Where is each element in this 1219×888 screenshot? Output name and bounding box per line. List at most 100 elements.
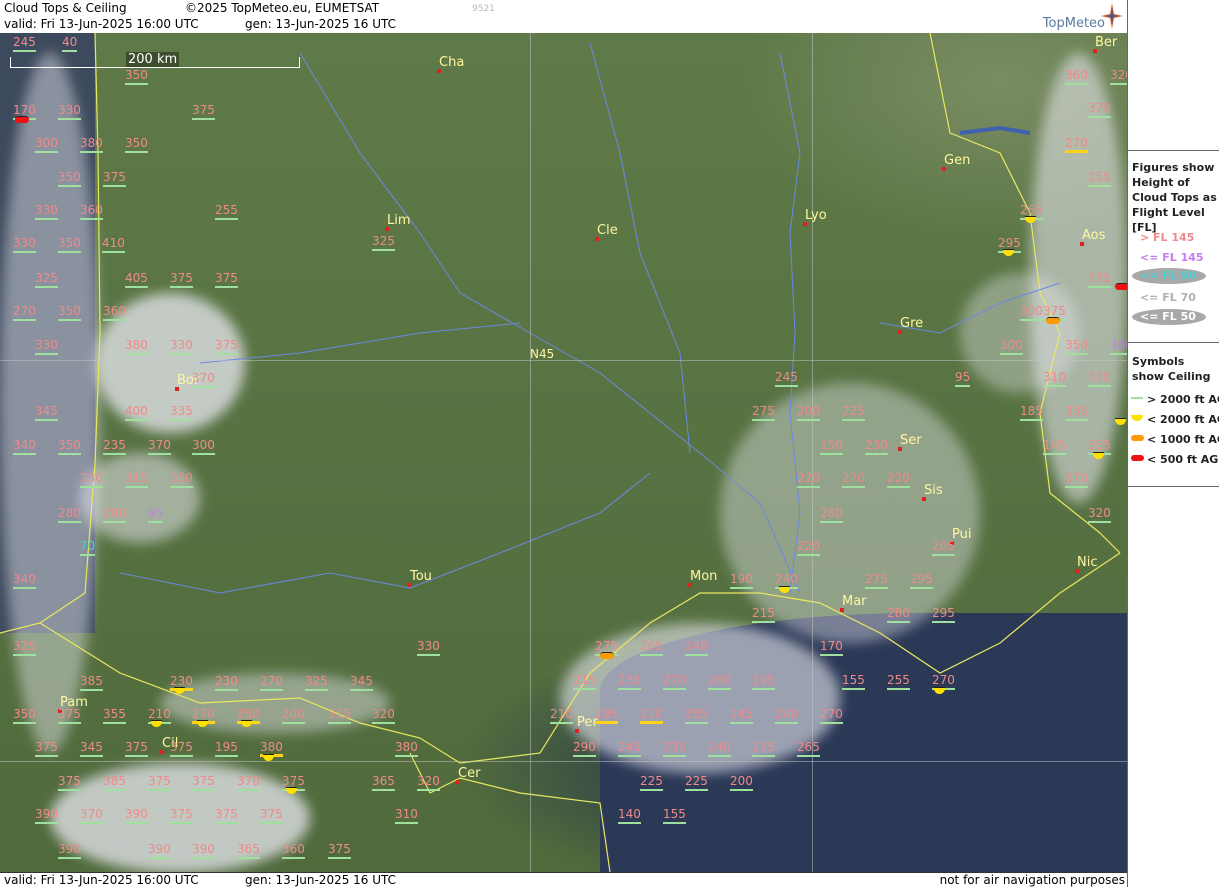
fl-legend-label: <= FL 50 (1140, 310, 1196, 323)
cloud-top-value: 270 (820, 707, 843, 724)
cloud-top-value: 235 (103, 438, 126, 455)
cloud-top-value: 380 (80, 136, 103, 153)
cloud-top-value: 340 (13, 572, 36, 589)
ceiling-legend-label: > 2000 ft AGL (1147, 393, 1219, 406)
cloud-top-value: 350 (1110, 339, 1127, 355)
cloud-top-value: 350 (1065, 338, 1088, 355)
cloud-top-value: 320 (1088, 506, 1111, 523)
cloud-top-value: 375 (170, 740, 193, 757)
cloud-top-value: 385 (103, 774, 126, 791)
cloud-top-value: 275 (752, 404, 775, 421)
cloud-top-value: 375 (58, 707, 81, 724)
cloud-top-value: 375 (1088, 271, 1111, 288)
fl-legend-item: <= FL 70 (1128, 290, 1219, 306)
cloud-top-value: 335 (170, 404, 193, 421)
cloud-top-value: 230 (170, 674, 193, 691)
cloud-top-value: 235 (663, 740, 686, 757)
ceiling-legend-label: < 1000 ft AGL (1147, 433, 1219, 446)
scale-label: 200 km (126, 52, 180, 67)
city-label: Nic (1077, 555, 1098, 570)
footer-generated-time: gen: 13-Jun-2025 16 UTC (245, 873, 397, 887)
cloud-top-value: 375 (192, 103, 215, 120)
cloud-top-value: 280 (887, 606, 910, 623)
cloud-top-value: 335 (1065, 404, 1088, 421)
cloud-top-value: 325 (35, 271, 58, 288)
cloud-top-value: 375 (148, 774, 171, 791)
fl-legend-label: <= FL 90 (1140, 269, 1196, 282)
cloud-top-value: 350 (58, 236, 81, 253)
cloud-top-value: 195 (752, 673, 775, 690)
valid-time: valid: Fri 13-Jun-2025 16:00 UTC (4, 17, 199, 31)
city-label: Mar (842, 594, 867, 609)
cloud-top-value: 350 (170, 471, 193, 488)
cloud-top-value: 375 (215, 271, 238, 288)
cloud-top-value: 245 (775, 370, 798, 387)
city-label: Cle (597, 223, 618, 238)
fl-legend-item: <= FL 145 (1128, 250, 1219, 266)
cloud-top-value: 215 (573, 673, 596, 690)
cloud-top-value: 375 (215, 338, 238, 355)
cloud-top-value: 195 (595, 707, 618, 724)
image-code: 9521 (472, 4, 495, 14)
weather-map[interactable]: N45 200 km Cha Lim Cle Lyo Gen Ber Aos Gre Bor Se… (0, 33, 1127, 872)
cloud-top-value: 270 (1065, 471, 1088, 488)
topmeteo-logo: TopMeteo (1042, 16, 1105, 31)
city-label: Sis (924, 483, 943, 498)
cloud-top-value: 255 (887, 673, 910, 690)
cloud-top-value: 370 (148, 438, 171, 455)
cloud-top-value: 200 (282, 707, 305, 724)
ceiling-legend-item: < 2000 ft AGL (1128, 412, 1219, 428)
cloud-top-value: 240 (685, 639, 708, 656)
cloud-top-value: 390 (148, 842, 171, 859)
cloud-top-value: 225 (842, 404, 865, 421)
footer-bar: valid: Fri 13-Jun-2025 16:00 UTC gen: 13… (0, 872, 1127, 888)
cloud-top-value: 170 (13, 103, 36, 120)
cloud-top-value: 295 (932, 606, 955, 623)
cloud-top-value: 230 (80, 471, 103, 488)
cloud-top-value: 210 (550, 707, 573, 724)
cloud-top-value: 185 (1020, 404, 1043, 421)
cloud-top-value: 330 (35, 338, 58, 355)
city-label: Mon (690, 569, 718, 584)
cloud-top-value: 390 (125, 807, 148, 824)
cloud-top-value: 250 (237, 707, 260, 724)
cloud-top-value: 275 (595, 639, 618, 656)
cloud-top-value: 270 (663, 673, 686, 690)
fl-legend-item: > FL 145 (1128, 230, 1219, 246)
cloud-top-value: 385 (80, 674, 103, 691)
cloud-top-value: 255 (215, 203, 238, 220)
cloud-top-value: 155 (842, 673, 865, 690)
cloud-top-value: 315 (125, 471, 148, 488)
cloud-top-value: 290 (103, 506, 126, 523)
cloud-top-value: 210 (640, 707, 663, 724)
cloud-top-value: 150 (820, 438, 843, 455)
cloud-top-value: 375 (192, 774, 215, 791)
city-label: Cha (439, 55, 465, 70)
city-label: Lyo (805, 208, 827, 223)
cloud-top-value: 310 (395, 807, 418, 824)
cloud-top-value: 280 (820, 506, 843, 523)
cloud-top-value: 70 (80, 539, 96, 556)
cloud-top-value: 375 (282, 774, 305, 791)
ceiling-legend-item: > 2000 ft AGL (1128, 392, 1219, 408)
city-label: Ser (900, 433, 922, 448)
cloud-top-value: 355 (103, 707, 126, 724)
ceiling-symbol (1115, 283, 1127, 290)
ceiling-symbol-icon (1131, 455, 1144, 461)
cloud-top-value: 265 (1020, 203, 1043, 220)
cloud-top-value: 170 (820, 639, 843, 656)
cloud-top-value: 375 (58, 774, 81, 791)
cloud-top-value: 190 (730, 572, 753, 589)
cloud-top-value: 330 (170, 338, 193, 355)
ceiling-symbol (15, 116, 29, 123)
ceiling-symbol (1046, 317, 1060, 324)
cloud-top-value: 325 (305, 674, 328, 691)
cloud-top-value: 275 (865, 572, 888, 589)
cloud-top-value: 370 (80, 807, 103, 824)
cloud-top-value: 220 (887, 471, 910, 488)
ceiling-symbol (600, 652, 614, 659)
city-label: Ber (1095, 35, 1118, 50)
ceiling-legend-label: < 2000 ft AGL (1147, 413, 1219, 426)
symbols-legend-title: Symbols show Ceiling (1132, 355, 1211, 383)
cloud-top-value: 255 (1088, 170, 1111, 187)
